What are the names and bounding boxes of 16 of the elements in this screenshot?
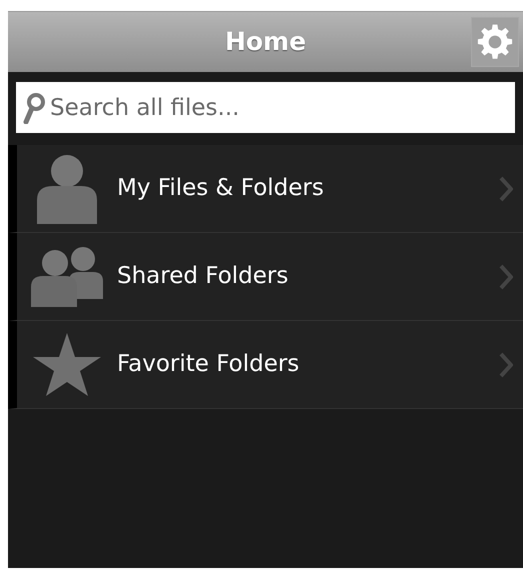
star-icon [33, 332, 101, 396]
page-title: Home [224, 26, 308, 58]
menu-item[interactable]: My Files & Folders [8, 145, 523, 233]
settings-icon [476, 23, 514, 61]
menu-item[interactable]: Shared Folders [8, 233, 523, 321]
menu-label: My Files & Folders [117, 174, 325, 204]
search-field[interactable]: Search all files... [16, 82, 515, 133]
settings-button[interactable] [471, 17, 519, 67]
people-icon [31, 246, 103, 306]
chevron-icon [499, 352, 513, 378]
chevron-icon [499, 176, 513, 202]
person-icon [35, 154, 99, 224]
menu-item[interactable]: Favorite Folders [8, 321, 523, 409]
menu-label: Shared Folders [117, 262, 290, 292]
menu-label: Favorite Folders [117, 350, 300, 380]
chevron-icon [499, 264, 513, 290]
